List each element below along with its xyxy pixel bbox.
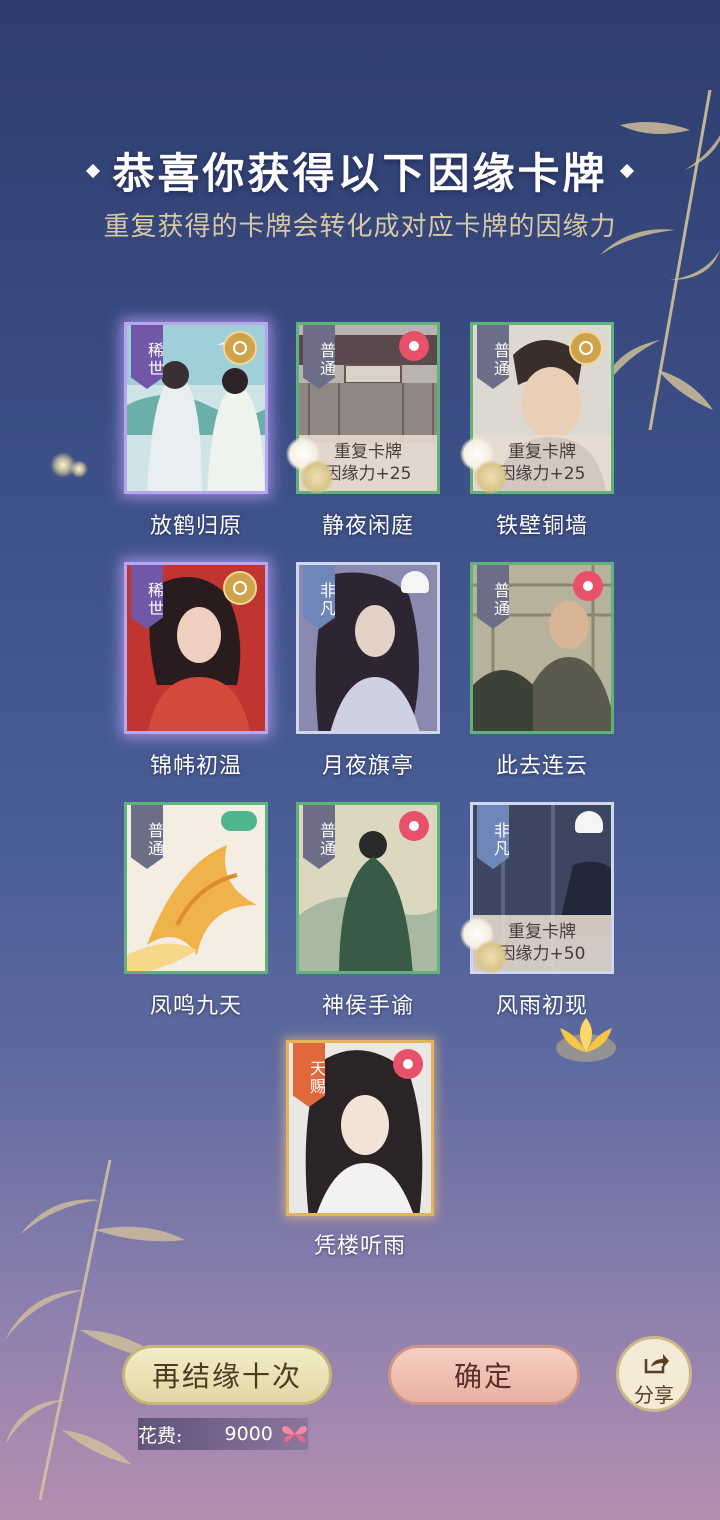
share-button[interactable]: 分享 [616,1336,692,1412]
rarity-tag: 天赐 [293,1043,325,1107]
card-name: 凭楼听雨 [313,1234,406,1259]
card-fanghe-guiyuan[interactable]: 稀世 [124,322,268,494]
gold-coin-icon [223,331,257,365]
title-text: 恭喜你获得以下因缘卡牌 [112,149,608,198]
red-flower-icon [399,331,429,361]
sparkle [70,460,88,478]
rarity-tag: 普通 [303,805,335,869]
green-leaf-icon [221,811,257,831]
share-label: 分享 [634,1383,674,1407]
gold-flower-icon [474,460,508,494]
rarity-tag: 普通 [131,805,163,869]
card-shenhou-shouyu[interactable]: 普通 [296,802,440,974]
card-jinwei-chuwen[interactable]: 稀世 [124,562,268,734]
header: 恭喜你获得以下因缘卡牌 [0,140,720,201]
card-name: 此去连云 [495,754,588,779]
rarity-tag: 普通 [477,565,509,629]
cost-bar: 花费: 9000 [138,1418,308,1450]
card-ciqu-lianyun[interactable]: 普通 [470,562,614,734]
fan-icon [401,571,429,593]
cost-value: 9000 [224,1423,273,1445]
card-yueye-qiting[interactable]: 非凡 [296,562,440,734]
card-name: 月夜旗亭 [321,754,414,779]
page-title: 恭喜你获得以下因缘卡牌 [86,140,634,201]
subtitle: 重复获得的卡牌会转化成对应卡牌的因缘力 [103,212,617,242]
gold-flower-icon [474,940,508,974]
card-name: 风雨初现 [495,994,588,1019]
cost-label: 花费: [138,1424,183,1447]
card-name: 锦帏初温 [149,754,242,779]
rarity-tag: 普通 [477,325,509,389]
rarity-tag: 稀世 [131,325,163,389]
gold-coin-icon [223,571,257,605]
card-name: 凤鸣九天 [149,994,242,1019]
rarity-tag: 稀世 [131,565,163,629]
diamond-ornament-icon [619,163,634,178]
card-name: 放鹤归原 [149,514,242,539]
draw-ten-again-button[interactable]: 再结缘十次 [122,1345,332,1405]
diamond-ornament-icon [86,163,101,178]
share-icon [644,1354,669,1374]
rarity-tag: 非凡 [477,805,509,869]
confirm-button[interactable]: 确定 [388,1345,580,1405]
rarity-tag: 普通 [303,325,335,389]
fan-icon [575,811,603,833]
card-name: 静夜闲庭 [321,514,414,539]
gold-flower-icon [300,460,334,494]
card-name: 铁壁铜墙 [495,514,588,539]
butterfly-icon [281,1425,308,1443]
gold-coin-icon [569,331,603,365]
card-fengming-jiutian[interactable]: 普通 [124,802,268,974]
rarity-tag: 非凡 [303,565,335,629]
red-flower-icon [573,571,603,601]
card-name: 神侯手谕 [321,994,414,1019]
card-pinglou-tingyu[interactable]: 天赐 [286,1040,434,1216]
red-flower-icon [393,1049,423,1079]
red-flower-icon [399,811,429,841]
